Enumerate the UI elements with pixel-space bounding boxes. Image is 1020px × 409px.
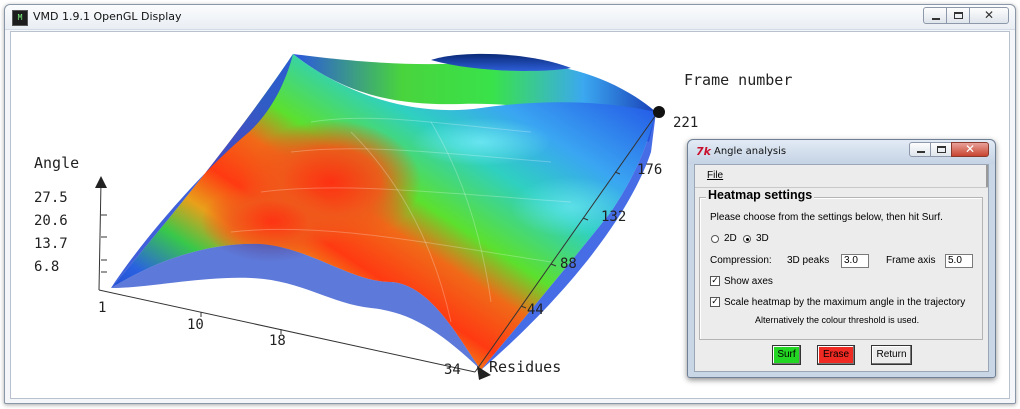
dialog-maximize-button[interactable] (930, 142, 952, 157)
radio-3d[interactable] (743, 235, 751, 243)
dialog-title-bar[interactable]: 7k Angle analysis ✕ (688, 140, 995, 164)
dialog-title: Angle analysis (714, 146, 787, 157)
maximize-icon (937, 146, 946, 153)
frames-axis-title: Frame number (684, 71, 792, 89)
maximize-icon (954, 12, 963, 19)
angle-tick-label: 20.6 (34, 213, 68, 229)
frame-tick-label: 176 (637, 162, 662, 178)
show-axes-checkbox[interactable]: ✓ (710, 276, 720, 286)
dialog-menu-bar: File (695, 165, 988, 188)
frame-tick-label: 44 (527, 302, 544, 318)
erase-button[interactable]: Erase (817, 345, 855, 365)
vmd-app-icon: M (12, 10, 28, 26)
peaks-label: 3D peaks (787, 255, 830, 266)
surface-cyan-patch (411, 118, 551, 166)
angle-tick-label: 13.7 (34, 236, 68, 252)
return-button[interactable]: Return (871, 345, 912, 365)
angle-axis-arrow (95, 176, 107, 188)
tk-feather-icon: 7k (696, 145, 711, 158)
residue-tick-label: 1 (98, 300, 106, 316)
show-axes-label: Show axes (724, 276, 773, 287)
frame-tick-label: 221 (673, 115, 698, 131)
dialog-close-button[interactable]: ✕ (951, 142, 989, 157)
dialog-client-area: File Heatmap settings Please choose from… (694, 164, 989, 372)
minimize-button[interactable] (923, 7, 947, 24)
instruction-text: Please choose from the settings below, t… (710, 212, 943, 223)
frame-axis-label: Frame axis (886, 255, 936, 266)
heatmap-settings-group: Heatmap settings Please choose from the … (699, 188, 983, 340)
radio-2d[interactable] (711, 235, 719, 243)
peaks-input[interactable]: 3.0 (841, 254, 869, 268)
surf-button[interactable]: Surf (772, 345, 801, 365)
scale-heatmap-checkbox[interactable]: ✓ (710, 297, 720, 307)
vmd-window-title: VMD 1.9.1 OpenGL Display (33, 10, 182, 23)
angle-axis-title: Angle (34, 154, 79, 172)
close-button[interactable]: ✕ (969, 7, 1009, 24)
vmd-window-controls: ✕ (923, 7, 1009, 25)
frame-axis-input[interactable]: 5.0 (945, 254, 973, 268)
frame-tick-label: 132 (601, 209, 626, 225)
close-icon: ✕ (983, 8, 995, 22)
dialog-window-controls: ✕ (909, 142, 989, 157)
scale-heatmap-label: Scale heatmap by the maximum angle in th… (724, 297, 966, 308)
frames-axis-endpoint (653, 106, 665, 118)
threshold-note: Alternatively the colour threshold is us… (755, 315, 920, 325)
minimize-icon (917, 151, 925, 153)
compression-label: Compression: (710, 255, 772, 266)
frame-tick-label: 88 (560, 256, 577, 272)
angle-tick-label: 6.8 (34, 259, 59, 275)
vmd-title-bar[interactable]: M VMD 1.9.1 OpenGL Display ✕ (5, 5, 1015, 30)
residue-tick-label: 18 (269, 333, 286, 349)
dialog-minimize-button[interactable] (909, 142, 931, 157)
residue-tick-label: 34 (444, 362, 461, 378)
radio-3d-label: 3D (756, 233, 769, 244)
maximize-button[interactable] (946, 7, 970, 24)
angle-analysis-dialog: 7k Angle analysis ✕ File Heatmap setting… (687, 139, 996, 378)
heatmap-settings-title: Heatmap settings (706, 188, 815, 202)
close-icon: ✕ (964, 142, 976, 156)
angle-axis-line (98, 181, 102, 291)
minimize-icon (932, 18, 940, 20)
surface-cyan-patch-2 (511, 177, 631, 237)
menu-file[interactable]: File (707, 170, 723, 181)
angle-tick-label: 27.5 (34, 190, 68, 206)
radio-2d-label: 2D (724, 233, 737, 244)
residue-tick-label: 10 (187, 317, 204, 333)
residues-axis-title: Residues (489, 358, 561, 376)
